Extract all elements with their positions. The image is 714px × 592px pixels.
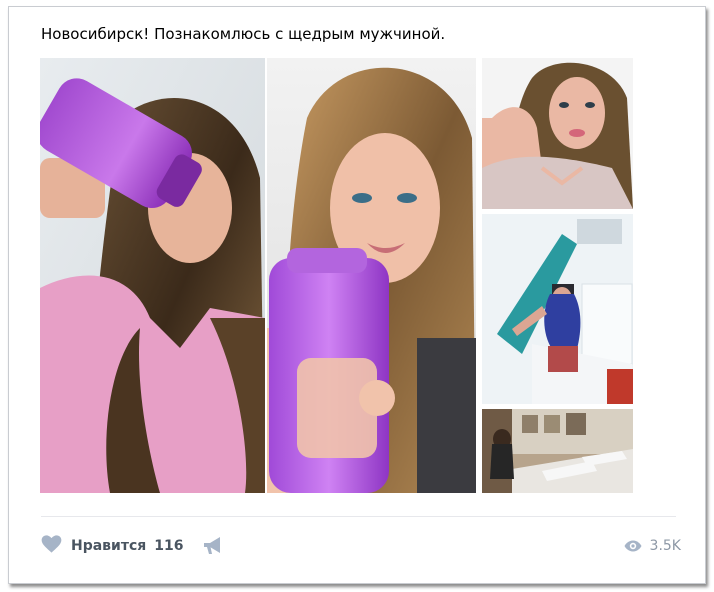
post-actions: Нравится 116 3.5K (41, 535, 681, 557)
photo-drinking-from-shaker[interactable] (40, 58, 265, 493)
post-divider (41, 516, 676, 517)
eye-icon (624, 537, 650, 556)
like-button[interactable]: Нравится 116 (41, 535, 184, 557)
like-count: 116 (154, 538, 184, 554)
photo-gallery (40, 58, 633, 493)
post-text: Новосибирск! Познакомлюсь с щедрым мужчи… (41, 25, 446, 43)
post-card: Новосибирск! Познакомлюсь с щедрым мужчи… (8, 6, 706, 584)
share-button[interactable] (202, 536, 224, 556)
photo-mirror-selfie-sinks[interactable] (482, 409, 633, 493)
photo-selfie-closeup[interactable] (482, 58, 633, 209)
views-count: 3.5K (649, 538, 681, 554)
heart-icon (41, 535, 62, 557)
photo-selfie-with-shaker[interactable] (267, 58, 476, 493)
megaphone-icon (202, 537, 224, 560)
like-label: Нравится (71, 538, 147, 554)
views-counter: 3.5K (624, 535, 681, 557)
photo-mirror-selfie-bathroom[interactable] (482, 214, 633, 404)
